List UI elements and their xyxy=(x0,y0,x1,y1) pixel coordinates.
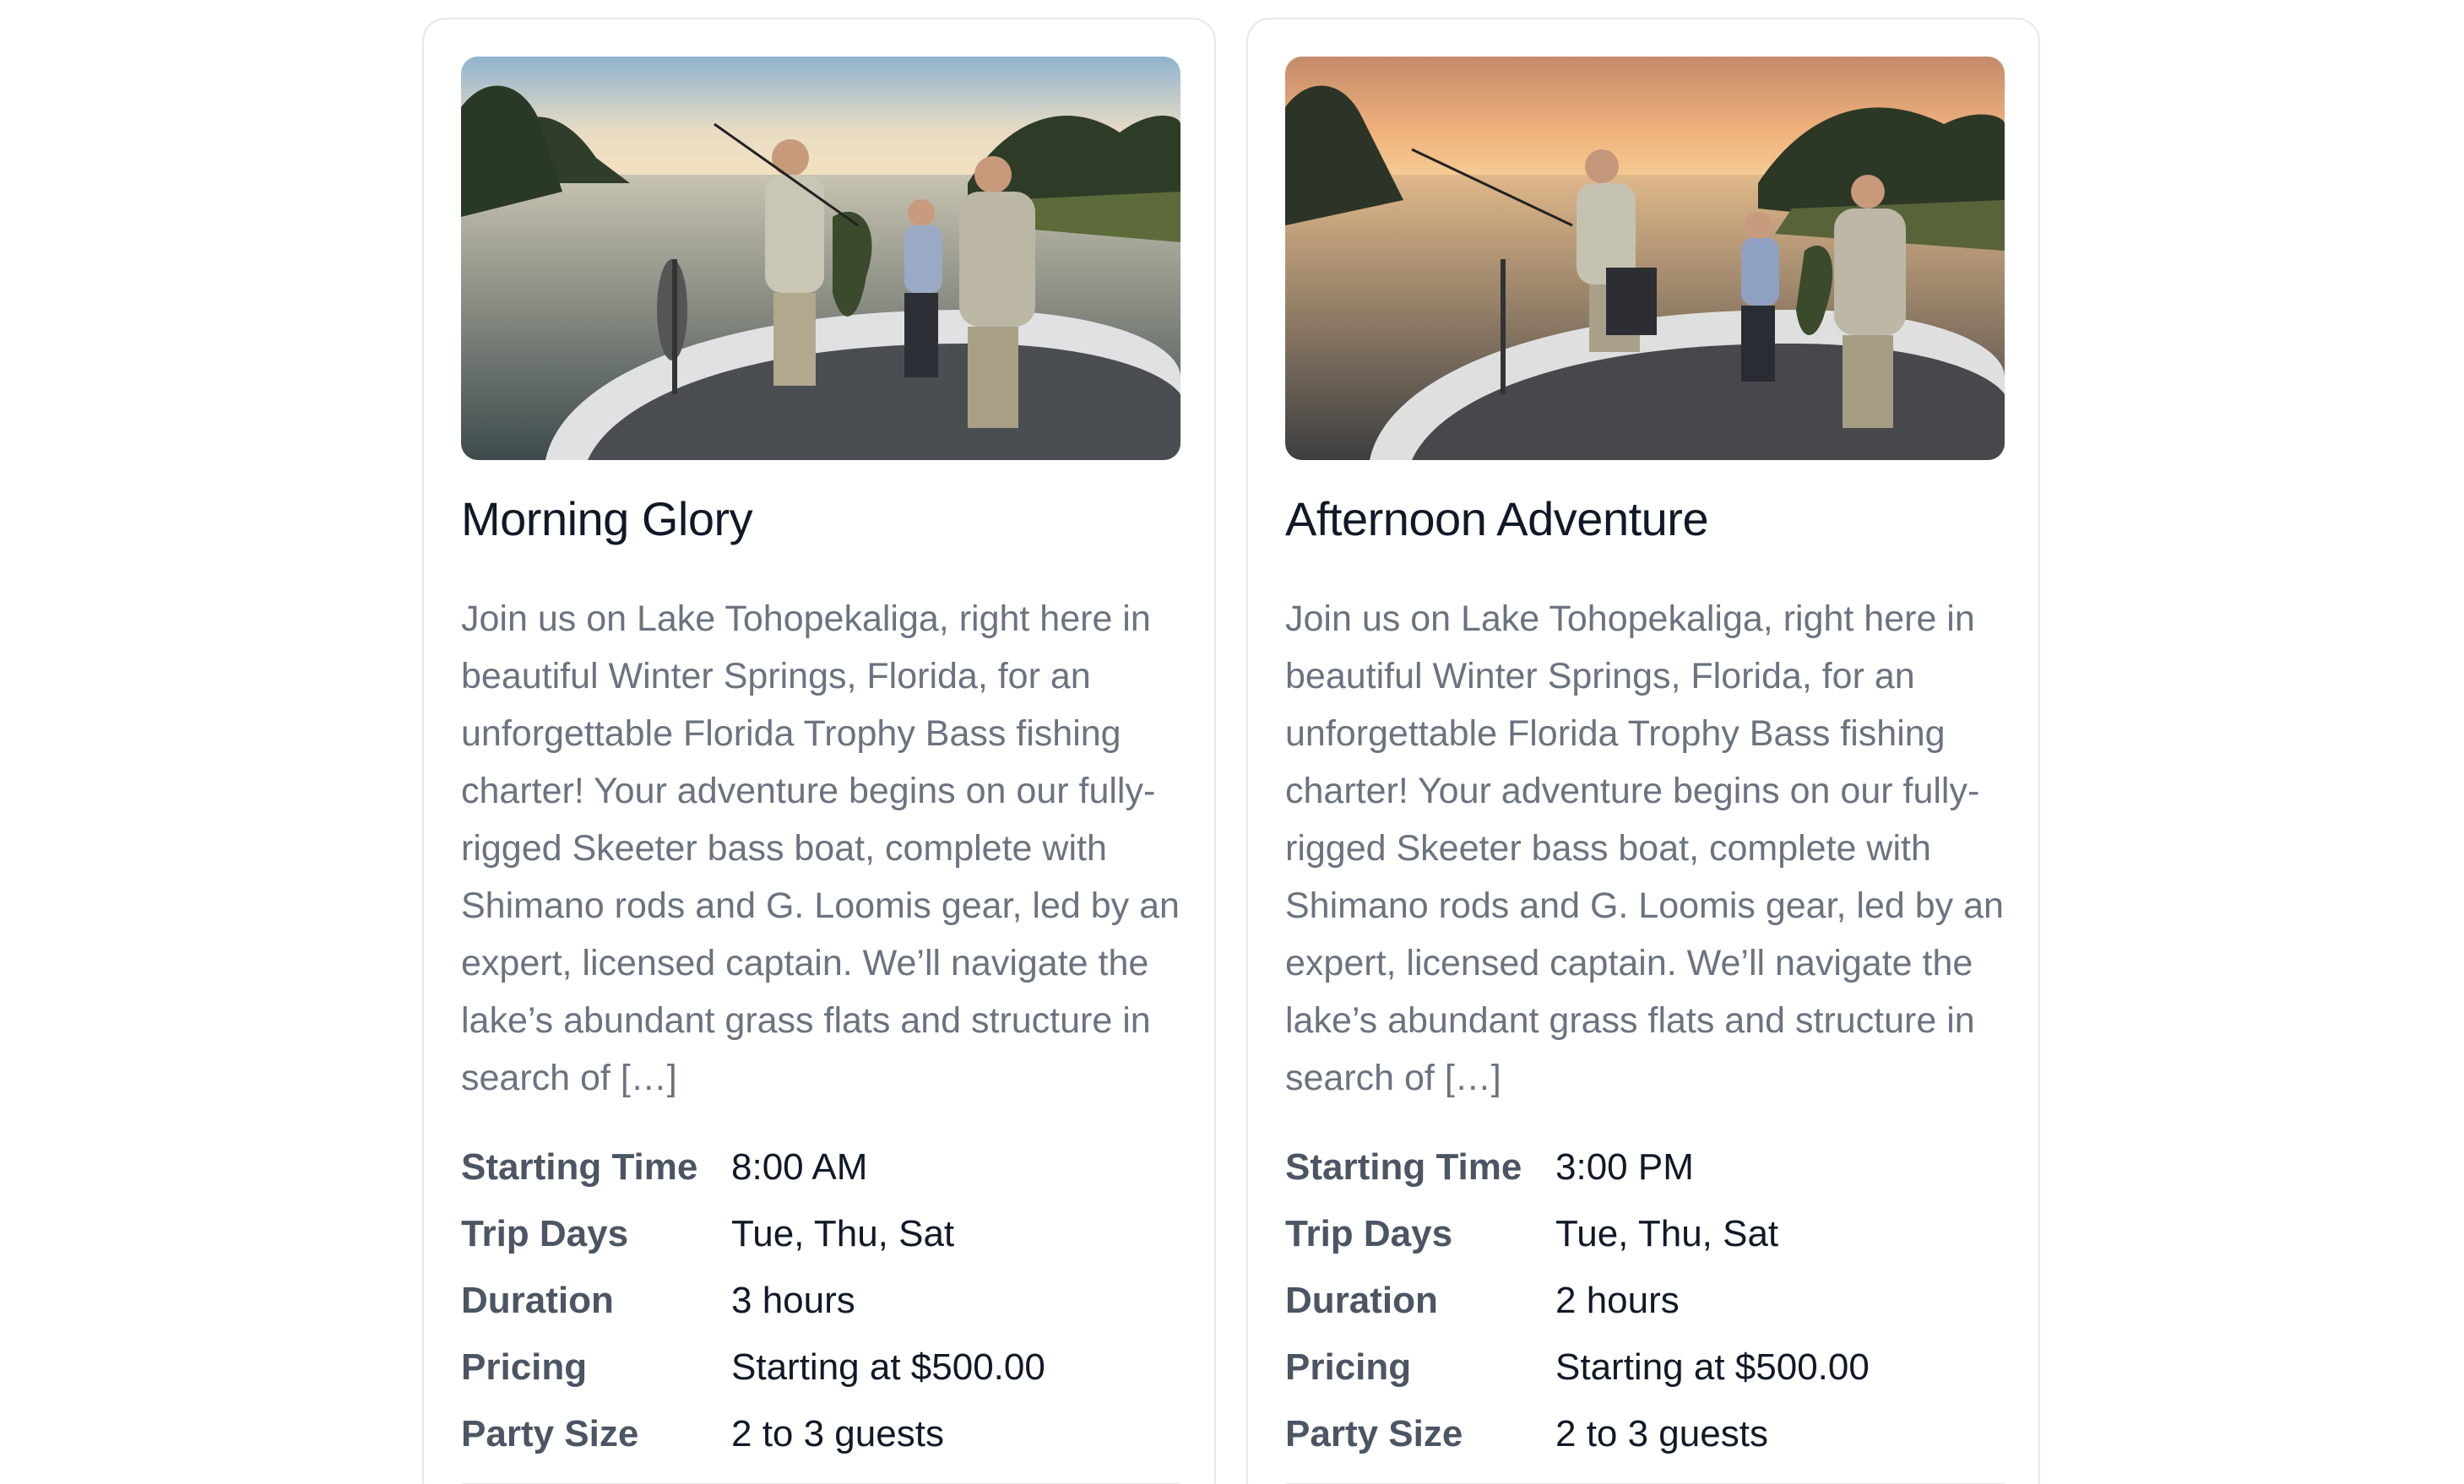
detail-label: Starting Time xyxy=(1285,1145,1522,1188)
detail-row-pricing: Pricing Starting at $500.00 xyxy=(1285,1334,2005,1400)
detail-label: Pricing xyxy=(461,1346,588,1388)
detail-row-duration: Duration 3 hours xyxy=(461,1267,1180,1334)
detail-label: Starting Time xyxy=(461,1145,698,1188)
detail-value: 2 hours xyxy=(1555,1279,1680,1321)
fishing-boat-image xyxy=(1285,57,2005,460)
detail-row-starting-time: Starting Time 3:00 PM xyxy=(1285,1134,2005,1200)
charter-title[interactable]: Morning Glory xyxy=(461,490,753,547)
detail-value: Tue, Thu, Sat xyxy=(1555,1212,1779,1254)
detail-value: 2 to 3 guests xyxy=(1555,1412,1768,1454)
detail-label: Trip Days xyxy=(461,1212,629,1254)
detail-row-trip-days: Trip Days Tue, Thu, Sat xyxy=(461,1200,1180,1267)
detail-value: Tue, Thu, Sat xyxy=(731,1212,955,1254)
detail-row-starting-time: Starting Time 8:00 AM xyxy=(461,1134,1180,1200)
detail-label: Pricing xyxy=(1285,1346,1412,1388)
charter-photo[interactable] xyxy=(461,57,1180,460)
charters-page: Morning Glory Join us on Lake Tohopekali… xyxy=(0,0,2464,1484)
detail-value: 8:00 AM xyxy=(731,1145,868,1188)
charter-details: Starting Time 3:00 PM Trip Days Tue, Thu… xyxy=(1285,1134,2005,1467)
detail-label: Party Size xyxy=(1285,1412,1463,1454)
charter-description: Join us on Lake Tohopekaliga, right here… xyxy=(461,598,1180,1098)
charter-card-morning-glory: Morning Glory Join us on Lake Tohopekali… xyxy=(422,18,1216,1484)
detail-row-duration: Duration 2 hours xyxy=(1285,1267,2005,1334)
detail-value: Starting at $500.00 xyxy=(731,1346,1045,1388)
charter-photo[interactable] xyxy=(1285,57,2005,460)
detail-row-party-size: Party Size 2 to 3 guests xyxy=(461,1400,1180,1467)
detail-value: 2 to 3 guests xyxy=(731,1412,944,1454)
detail-row-pricing: Pricing Starting at $500.00 xyxy=(461,1334,1180,1400)
charter-description: Join us on Lake Tohopekaliga, right here… xyxy=(1285,598,2004,1098)
detail-label: Duration xyxy=(1285,1279,1438,1321)
detail-value: Starting at $500.00 xyxy=(1555,1346,1870,1388)
detail-row-party-size: Party Size 2 to 3 guests xyxy=(1285,1400,2005,1467)
fishing-boat-image xyxy=(461,57,1180,460)
detail-label: Duration xyxy=(461,1279,614,1321)
detail-label: Trip Days xyxy=(1285,1212,1453,1254)
detail-value: 3 hours xyxy=(731,1279,855,1321)
detail-row-trip-days: Trip Days Tue, Thu, Sat xyxy=(1285,1200,2005,1267)
charter-details: Starting Time 8:00 AM Trip Days Tue, Thu… xyxy=(461,1134,1180,1467)
detail-label: Party Size xyxy=(461,1412,639,1454)
charter-card-afternoon-adventure: Afternoon Adventure Join us on Lake Toho… xyxy=(1246,18,2040,1484)
detail-value: 3:00 PM xyxy=(1555,1145,1694,1188)
charter-title[interactable]: Afternoon Adventure xyxy=(1285,490,1709,547)
